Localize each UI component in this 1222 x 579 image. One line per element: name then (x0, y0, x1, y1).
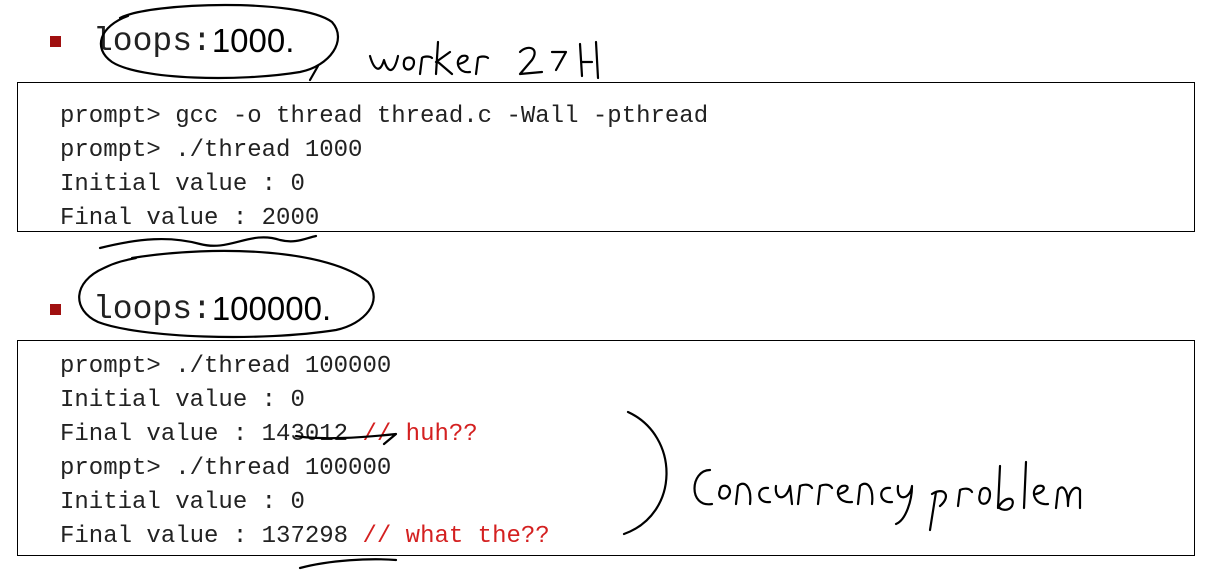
code-line: Final value : 143012 // huh?? (60, 421, 478, 449)
code-line: prompt> ./thread 1000 (60, 137, 363, 164)
code-line: Final value : 137298 // what the?? (60, 523, 550, 551)
code-comment: // what the?? (362, 523, 550, 550)
bullet-marker (50, 35, 61, 47)
code-comment: // huh?? (362, 421, 478, 448)
ink-wave (98, 234, 318, 250)
bullet-keyword: loops: (93, 22, 212, 60)
bullet-loops-1000: loops: 1000. (50, 22, 294, 60)
code-line: Initial value : 0 (60, 387, 305, 414)
bullet-value: 1000. (211, 22, 295, 59)
code-line: prompt> ./thread 100000 (60, 455, 392, 482)
code-line: Final value : 2000 (60, 205, 320, 232)
code-line: Initial value : 0 (60, 489, 305, 516)
ink-word-2gae (518, 40, 600, 80)
bullet-marker (50, 303, 61, 315)
code-block-1: prompt> gcc -o thread thread.c -Wall -pt… (17, 82, 1195, 232)
bullet-loops-100000: loops: 100000. (50, 290, 331, 328)
code-line: prompt> gcc -o thread thread.c -Wall -pt… (60, 103, 709, 130)
ink-stroke (308, 64, 320, 82)
ink-underline-137298 (298, 558, 398, 570)
ink-word-worker (368, 40, 490, 76)
bullet-keyword: loops: (93, 290, 212, 328)
code-text: Final value : 143012 (60, 421, 363, 448)
code-text: Final value : 137298 (60, 523, 363, 550)
code-line: Initial value : 0 (60, 171, 305, 198)
code-block-2: prompt> ./thread 100000 Initial value : … (17, 340, 1195, 556)
code-line: prompt> ./thread 100000 (60, 353, 392, 380)
bullet-value: 100000. (211, 290, 332, 327)
